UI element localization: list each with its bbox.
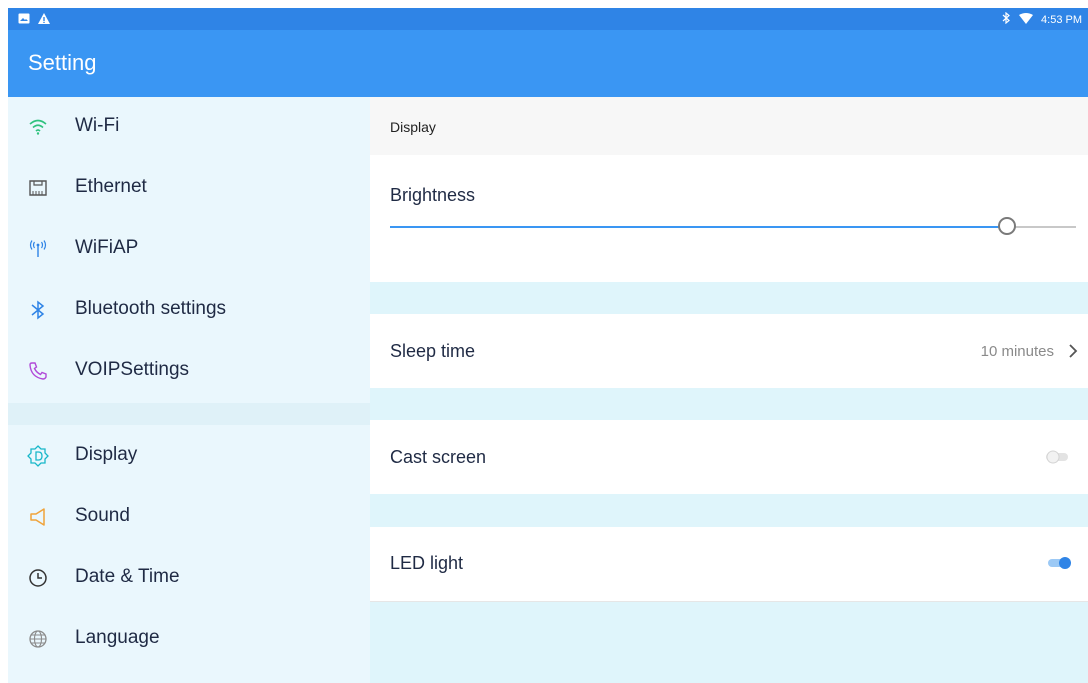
slider-thumb[interactable] bbox=[998, 217, 1016, 235]
brightness-slider[interactable] bbox=[370, 97, 1088, 257]
warning-icon bbox=[38, 11, 50, 29]
sidebar-item-label: Language bbox=[75, 627, 160, 648]
sidebar-item-label: Sound bbox=[75, 505, 130, 526]
sidebar-item-language[interactable]: Language bbox=[8, 609, 370, 669]
sidebar-item-label: VOIPSettings bbox=[75, 359, 190, 380]
display-icon bbox=[26, 444, 50, 468]
led-light-row: LED light bbox=[370, 527, 1088, 602]
slider-track-empty bbox=[1007, 226, 1076, 228]
sleep-time-label: Sleep time bbox=[390, 341, 476, 361]
sidebar-item-label: Ethernet bbox=[75, 176, 147, 197]
led-light-toggle[interactable] bbox=[1044, 556, 1074, 570]
sidebar: Wi-Fi Ethernet WiFiAP Bluetooth settings… bbox=[8, 97, 370, 683]
sidebar-item-voip[interactable]: VOIPSettings bbox=[8, 341, 370, 401]
wifi-icon bbox=[26, 115, 50, 139]
sleep-time-row[interactable]: Sleep time 10 minutes bbox=[370, 314, 1088, 388]
bluetooth-status-icon bbox=[1001, 11, 1011, 27]
sleep-time-value: 10 minutes bbox=[980, 343, 1054, 360]
page-title: Setting bbox=[28, 50, 97, 75]
app-bar: Setting bbox=[8, 30, 1088, 97]
image-icon bbox=[18, 11, 30, 29]
sidebar-item-label: WiFiAP bbox=[75, 237, 139, 258]
status-bar: 4:53 PM bbox=[8, 8, 1088, 30]
sidebar-item-sound[interactable]: Sound bbox=[8, 487, 370, 547]
bluetooth-icon bbox=[26, 298, 50, 322]
globe-icon bbox=[26, 627, 50, 651]
phone-icon bbox=[26, 359, 50, 383]
sidebar-item-display[interactable]: Display bbox=[8, 426, 370, 486]
sidebar-item-label: Date & Time bbox=[75, 566, 180, 587]
sidebar-item-label: Display bbox=[75, 444, 138, 465]
wifi-status-icon bbox=[1019, 12, 1034, 27]
sidebar-item-ethernet[interactable]: Ethernet bbox=[8, 158, 370, 218]
cast-screen-row: Cast screen bbox=[370, 420, 1088, 494]
sidebar-item-wifi[interactable]: Wi-Fi bbox=[8, 97, 370, 157]
clock-icon bbox=[26, 566, 50, 590]
sound-icon bbox=[26, 505, 50, 529]
sidebar-divider bbox=[8, 403, 370, 425]
cast-screen-label: Cast screen bbox=[390, 447, 487, 467]
hotspot-icon bbox=[26, 237, 50, 261]
main-panel: Display Brightness Sleep time 10 minutes… bbox=[370, 97, 1088, 683]
slider-track-filled bbox=[390, 226, 1007, 228]
clock-text: 4:53 PM bbox=[1041, 13, 1082, 26]
cast-screen-toggle[interactable] bbox=[1044, 450, 1074, 464]
sidebar-item-label: Bluetooth settings bbox=[75, 298, 227, 319]
led-light-label: LED light bbox=[390, 553, 464, 573]
sidebar-item-label: Wi-Fi bbox=[75, 115, 120, 136]
sidebar-item-wifiap[interactable]: WiFiAP bbox=[8, 219, 370, 279]
ethernet-icon bbox=[26, 176, 50, 200]
chevron-right-icon bbox=[1064, 342, 1082, 360]
sidebar-item-bluetooth[interactable]: Bluetooth settings bbox=[8, 280, 370, 340]
sidebar-item-date-time[interactable]: Date & Time bbox=[8, 548, 370, 608]
